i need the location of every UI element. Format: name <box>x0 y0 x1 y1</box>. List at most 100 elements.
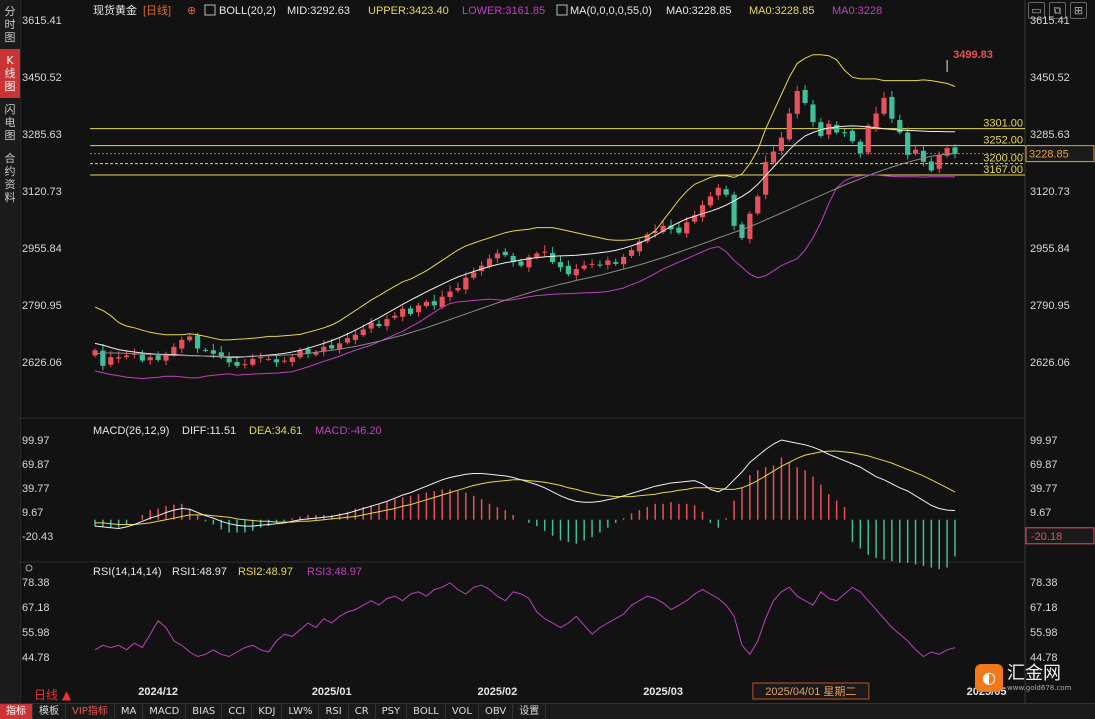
indicator-tab-7[interactable]: KDJ <box>252 704 283 719</box>
candle-body <box>486 258 493 267</box>
macd-y-tick-left: 9.67 <box>22 507 43 519</box>
candle-body <box>826 123 832 135</box>
macd-panel: 99.97 99.97 69.87 69.87 39.77 39.77 9.67 9.67 -2… <box>22 435 1095 570</box>
indicator-tab-12[interactable]: BOLL <box>407 704 446 719</box>
candle-body <box>463 277 469 290</box>
rsi-y-tick-right: 67.18 <box>1030 602 1058 614</box>
macd-y-tick-left: 39.77 <box>22 483 50 495</box>
indicator-tab-6[interactable]: CCI <box>222 704 253 719</box>
boll-mid-line <box>94 125 955 358</box>
y-tick-left: 2626.06 <box>22 357 62 369</box>
indicator-tab-10[interactable]: CR <box>349 704 376 719</box>
macd-diff-line <box>94 439 956 530</box>
indicator-tab-0[interactable]: 指标 <box>0 704 33 719</box>
macd-y-tick-left: 99.97 <box>22 435 50 447</box>
period-label[interactable]: 日线 ▲ <box>34 686 71 703</box>
y-tick-left: 2955.84 <box>22 243 62 255</box>
candle-body <box>234 362 240 366</box>
candle-body <box>621 256 627 265</box>
ma55-line <box>94 153 956 357</box>
candle-body <box>155 355 161 360</box>
y-tick-right: 3285.63 <box>1030 129 1070 141</box>
ma0-value-b: MA0:3228.85 <box>749 5 814 17</box>
macd-legend: MACD(26,12,9) DIFF:11.51 DEA:34.61 MACD:… <box>93 425 382 437</box>
y-tick-left: 3450.52 <box>22 72 62 84</box>
indicator-tab-1[interactable]: 模板 <box>33 704 66 719</box>
indicator-tab-13[interactable]: VOL <box>446 704 479 719</box>
candle-body <box>936 154 942 169</box>
indicator-tab-11[interactable]: PSY <box>376 704 408 719</box>
boll-upper: UPPER:3423.40 <box>368 5 449 17</box>
candle-body <box>494 253 500 259</box>
candle-body <box>550 253 556 263</box>
boll-toggle-icon[interactable] <box>204 4 216 16</box>
macd-y-tick-left: -20.43 <box>22 531 53 543</box>
candle-body <box>431 301 437 306</box>
candle-body <box>834 124 840 133</box>
indicator-tab-15[interactable]: 设置 <box>513 704 547 719</box>
candle-body <box>699 205 706 218</box>
macd-diff: DIFF:11.51 <box>182 425 236 437</box>
ma0-value-a: MA0:3228.85 <box>666 5 731 17</box>
candle-body <box>613 262 619 264</box>
level-label: 3167.00 <box>983 164 1023 176</box>
macd-y-tick-right: 69.87 <box>1030 459 1058 471</box>
boll-lower-line <box>94 174 955 380</box>
candle-body <box>439 296 445 308</box>
kline-chart: 现货黄金 [日线] ⊕ BOLL(20,2) MID:3292.63 UPPER… <box>20 0 1095 703</box>
high-label: 3499.83 <box>953 49 993 61</box>
macd-y-tick-left: 69.87 <box>22 459 50 471</box>
y-tick-left: 2790.95 <box>22 300 62 312</box>
indicator-tab-2[interactable]: VIP指标 <box>66 704 115 719</box>
rsi-settings-icon[interactable] <box>25 564 33 572</box>
candle-body <box>265 358 272 360</box>
candle-body <box>368 322 374 329</box>
indicator-tab-5[interactable]: BIAS <box>186 704 223 719</box>
candle-body <box>352 334 358 340</box>
y-tick-right: 3120.73 <box>1030 186 1070 198</box>
indicator-tab-9[interactable]: RSI <box>319 704 349 719</box>
indicator-tab-8[interactable]: LW% <box>282 704 320 719</box>
candle-body <box>723 189 729 195</box>
candle-body <box>502 251 508 256</box>
price-panel: 3615.41 3615.41 3450.52 3450.52 3285.63 3285.… <box>22 15 1095 380</box>
rsi2-value: RSI2:48.97 <box>238 566 293 578</box>
candle-body <box>912 149 919 154</box>
candle-body <box>920 150 927 162</box>
indicator-tab-3[interactable]: MA <box>115 704 144 719</box>
candle-body <box>447 291 453 298</box>
chart-window: { "header": { "instrument": "现货黄金", "per… <box>0 0 1095 719</box>
candle-body <box>581 265 587 269</box>
candle-body <box>802 89 808 104</box>
ma-label: MA(0,0,0,0,55,0) <box>570 5 652 17</box>
macd-y-tick-right: 99.97 <box>1030 435 1058 447</box>
indicator-tab-4[interactable]: MACD <box>143 704 187 719</box>
candle-body <box>557 262 564 268</box>
rsi-y-tick-left: 44.78 <box>22 652 50 664</box>
period-tag: [日线] <box>143 3 171 17</box>
ma-toggle-icon[interactable] <box>556 4 568 16</box>
ma0-value-c: MA0:3228 <box>832 5 882 17</box>
candle-body <box>905 132 911 155</box>
level-label: 3252.00 <box>983 135 1023 147</box>
candle-body <box>336 343 343 350</box>
candle-body <box>92 350 98 356</box>
candle-body <box>407 308 414 314</box>
candle-body <box>873 113 879 128</box>
y-tick-left: 3615.41 <box>22 15 62 27</box>
candle-body <box>952 147 958 154</box>
candle-body <box>455 288 461 291</box>
indicator-tab-14[interactable]: OBV <box>479 704 514 719</box>
candle-body <box>715 187 721 196</box>
candle-body <box>139 354 145 361</box>
macd-y-tick-right: 9.67 <box>1030 507 1051 519</box>
macd-y-tick-right: 39.77 <box>1030 483 1058 495</box>
candle-body <box>605 260 611 265</box>
x-tick: 2024/12 <box>138 686 178 698</box>
indicator-bar: 指标 模板 VIP指标 MA MACD BIAS CCI KDJ LW% RSI CR PSY BOLL… <box>0 703 1095 719</box>
settings-icon[interactable]: ⊕ <box>187 5 196 17</box>
candle-body <box>108 357 114 365</box>
candle-body <box>881 97 887 114</box>
candle-body <box>329 345 335 349</box>
rsi-y-tick-left: 55.98 <box>22 627 50 639</box>
